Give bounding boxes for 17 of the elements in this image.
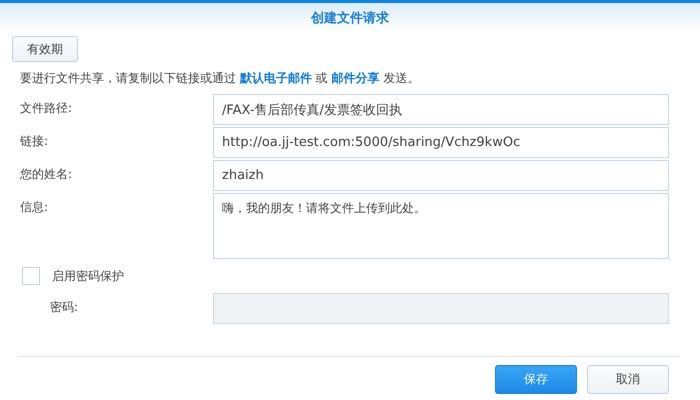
field-label: 信息: bbox=[19, 199, 50, 216]
text-field[interactable]: http://oa.jj-test.com:5000/sharing/Vchz9kwOc bbox=[213, 127, 669, 158]
cancel-button[interactable]: 取消 bbox=[587, 365, 669, 394]
mail-share-link[interactable]: 邮件分享 bbox=[331, 71, 380, 85]
field-label: 密码: bbox=[49, 299, 80, 316]
checkbox[interactable] bbox=[22, 267, 40, 285]
checkbox-label: 启用密码保护 bbox=[52, 268, 124, 284]
field-label: 文件路径: bbox=[19, 100, 74, 117]
text-field[interactable]: /FAX-售后部传真/发票签收回执 bbox=[213, 94, 669, 125]
field-label: 您的姓名: bbox=[19, 166, 74, 183]
window-title: 创建文件请求 bbox=[311, 10, 389, 26]
text-field[interactable]: zhaizh bbox=[213, 160, 669, 191]
message-field[interactable]: 嗨，我的朋友！请将文件上传到此处。 bbox=[213, 193, 669, 259]
instruction-text: 要进行文件共享，请复制以下链接或通过 默认电子邮件 或 邮件分享 发送。 bbox=[20, 70, 420, 87]
expiry-button[interactable]: 有效期 bbox=[12, 36, 78, 62]
field-label: 链接: bbox=[19, 133, 50, 150]
default-email-link[interactable]: 默认电子邮件 bbox=[240, 71, 312, 85]
